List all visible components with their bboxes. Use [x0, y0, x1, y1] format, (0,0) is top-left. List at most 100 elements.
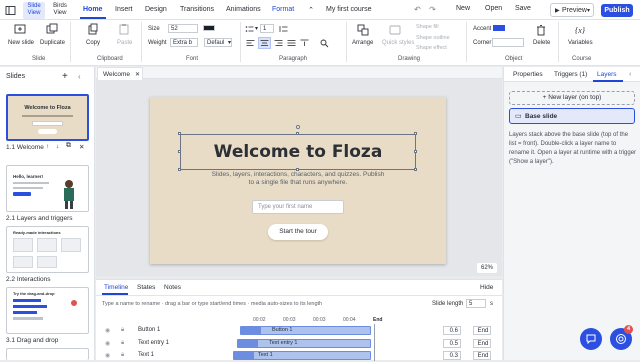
- duplicate-icon[interactable]: [46, 23, 58, 35]
- close-icon[interactable]: ✕: [135, 71, 140, 78]
- shape-effect-button[interactable]: Shape effect: [416, 45, 447, 51]
- save-button[interactable]: Save: [515, 5, 531, 12]
- open-button[interactable]: Open: [485, 5, 502, 12]
- resize-handle[interactable]: [296, 132, 299, 135]
- first-name-input[interactable]: Type your first name: [252, 200, 344, 214]
- bar-handle[interactable]: [241, 327, 261, 334]
- resize-handle[interactable]: [178, 168, 181, 171]
- slide-subtitle[interactable]: Slides, layers, interactions, characters…: [210, 171, 386, 187]
- delete-slide-icon[interactable]: ✕: [79, 143, 84, 151]
- new-slide-button[interactable]: New slide: [8, 40, 34, 46]
- end-time-input[interactable]: End: [473, 326, 491, 335]
- search-icon[interactable]: [320, 39, 329, 47]
- end-time-input[interactable]: End: [473, 351, 491, 360]
- hide-timeline-button[interactable]: Hide: [480, 284, 493, 291]
- start-tour-button[interactable]: Start the tour: [268, 224, 328, 240]
- timeline-bar[interactable]: Text 1: [233, 351, 371, 360]
- resize-handle[interactable]: [414, 132, 417, 135]
- shape-fill-button[interactable]: Shape fill: [416, 24, 439, 30]
- rotate-handle[interactable]: [296, 125, 300, 129]
- slide-title[interactable]: Welcome to Floza: [180, 134, 416, 170]
- slide-view-button[interactable]: Slide View: [23, 2, 45, 19]
- timeline-row[interactable]: ◉ 🔒︎ Text 1 Text 1 0.3 End: [96, 350, 502, 362]
- font-color-swatch[interactable]: [203, 25, 215, 31]
- vertical-align-icon[interactable]: [300, 39, 309, 47]
- copy-button[interactable]: Copy: [86, 40, 100, 46]
- tab-layers[interactable]: Layers: [597, 71, 617, 78]
- row-name[interactable]: Text entry 1: [138, 340, 169, 346]
- tab-animations[interactable]: Animations: [226, 6, 261, 13]
- line-height-select[interactable]: 1: [260, 24, 274, 33]
- align-center-icon[interactable]: [258, 37, 271, 49]
- resize-handle[interactable]: [178, 132, 181, 135]
- start-time-input[interactable]: 0.3: [443, 351, 461, 360]
- start-time-input[interactable]: 0.6: [443, 326, 461, 335]
- resize-handle[interactable]: [414, 168, 417, 171]
- start-time-input[interactable]: 0.5: [443, 339, 461, 348]
- justify-icon[interactable]: [287, 39, 296, 47]
- corner-input[interactable]: [492, 38, 524, 47]
- end-time-input[interactable]: End: [473, 339, 491, 348]
- row-name[interactable]: Button 1: [138, 327, 160, 333]
- tab-design[interactable]: Design: [145, 6, 167, 13]
- paste-button[interactable]: Paste: [117, 40, 132, 46]
- quick-styles-icon[interactable]: [389, 24, 401, 36]
- preview-button[interactable]: ▶ Preview ▾: [550, 3, 594, 17]
- zoom-level[interactable]: 62%: [477, 263, 497, 273]
- numbered-list-icon[interactable]: [279, 25, 288, 33]
- new-layer-button[interactable]: + New layer (on top): [509, 91, 635, 105]
- lock-icon[interactable]: 🔒︎: [121, 327, 124, 334]
- quick-styles-button[interactable]: Quick styles: [382, 40, 414, 46]
- tab-timeline[interactable]: Timeline: [104, 284, 128, 291]
- layer-item-base-slide[interactable]: ▭ Base slide: [509, 108, 635, 124]
- slide-length-input[interactable]: 5: [466, 299, 486, 308]
- slide-thumbnail-1[interactable]: Welcome to Floza: [6, 94, 89, 141]
- sidebar-toggle-icon[interactable]: [4, 4, 16, 16]
- slide-thumbnail-2[interactable]: Hello, learner!: [6, 165, 89, 212]
- paste-icon[interactable]: [118, 23, 130, 35]
- redo-icon[interactable]: ↷: [428, 5, 437, 14]
- visibility-icon[interactable]: ◉: [105, 327, 110, 334]
- move-down-icon[interactable]: ↓: [56, 143, 59, 150]
- new-button[interactable]: New: [456, 5, 470, 12]
- align-right-icon[interactable]: [274, 39, 283, 47]
- timeline-row[interactable]: ◉ 🔒︎ Button 1 Button 1 0.6 End: [96, 325, 502, 337]
- row-name[interactable]: Text 1: [138, 352, 154, 358]
- new-slide-icon[interactable]: [14, 23, 26, 35]
- shape-outline-button[interactable]: Shape outline: [416, 35, 450, 41]
- arrange-button[interactable]: Arrange: [352, 40, 373, 46]
- tab-properties[interactable]: Properties: [513, 71, 543, 78]
- tab-insert[interactable]: Insert: [115, 6, 133, 13]
- publish-button[interactable]: Publish: [601, 4, 633, 17]
- lock-icon[interactable]: 🔒︎: [121, 340, 124, 347]
- trash-icon[interactable]: [535, 24, 547, 36]
- timeline-bar[interactable]: Button 1: [240, 326, 371, 335]
- variables-button[interactable]: Variables: [568, 40, 593, 46]
- bar-handle[interactable]: [234, 352, 254, 359]
- lock-icon[interactable]: 🔒︎: [121, 352, 124, 359]
- duplicate-button[interactable]: Duplicate: [40, 40, 65, 46]
- resize-handle[interactable]: [178, 150, 181, 153]
- accent-color-swatch[interactable]: [493, 25, 505, 31]
- variables-icon[interactable]: {x}: [574, 24, 586, 36]
- font-size-input[interactable]: 52: [168, 24, 198, 33]
- slide-canvas[interactable]: Welcome to Floza Slides, layers, interac…: [150, 97, 446, 264]
- undo-icon[interactable]: ↶: [413, 5, 422, 14]
- slide-thumbnail-4[interactable]: Try the drag-and-drop: [6, 287, 89, 334]
- tab-transitions[interactable]: Transitions: [180, 6, 214, 13]
- bullet-list-icon[interactable]: [245, 25, 254, 33]
- timeline-row[interactable]: ◉ 🔒︎ Text entry 1 Text entry 1 0.5 End: [96, 338, 502, 350]
- tab-notes[interactable]: Notes: [164, 284, 181, 291]
- bar-handle[interactable]: [238, 340, 258, 347]
- course-title[interactable]: My first course: [326, 6, 372, 13]
- tab-states[interactable]: States: [137, 284, 155, 291]
- arrange-icon[interactable]: [357, 24, 369, 36]
- move-up-icon[interactable]: ↑: [46, 143, 49, 150]
- copy-icon[interactable]: [87, 23, 99, 35]
- collapse-panel-icon[interactable]: ‹: [78, 72, 81, 81]
- slide-thumbnail-5[interactable]: [6, 348, 89, 360]
- timeline-bar[interactable]: Text entry 1: [237, 339, 371, 348]
- delete-button[interactable]: Delete: [533, 40, 550, 46]
- chat-button[interactable]: [580, 328, 602, 350]
- tab-home[interactable]: Home: [83, 6, 102, 13]
